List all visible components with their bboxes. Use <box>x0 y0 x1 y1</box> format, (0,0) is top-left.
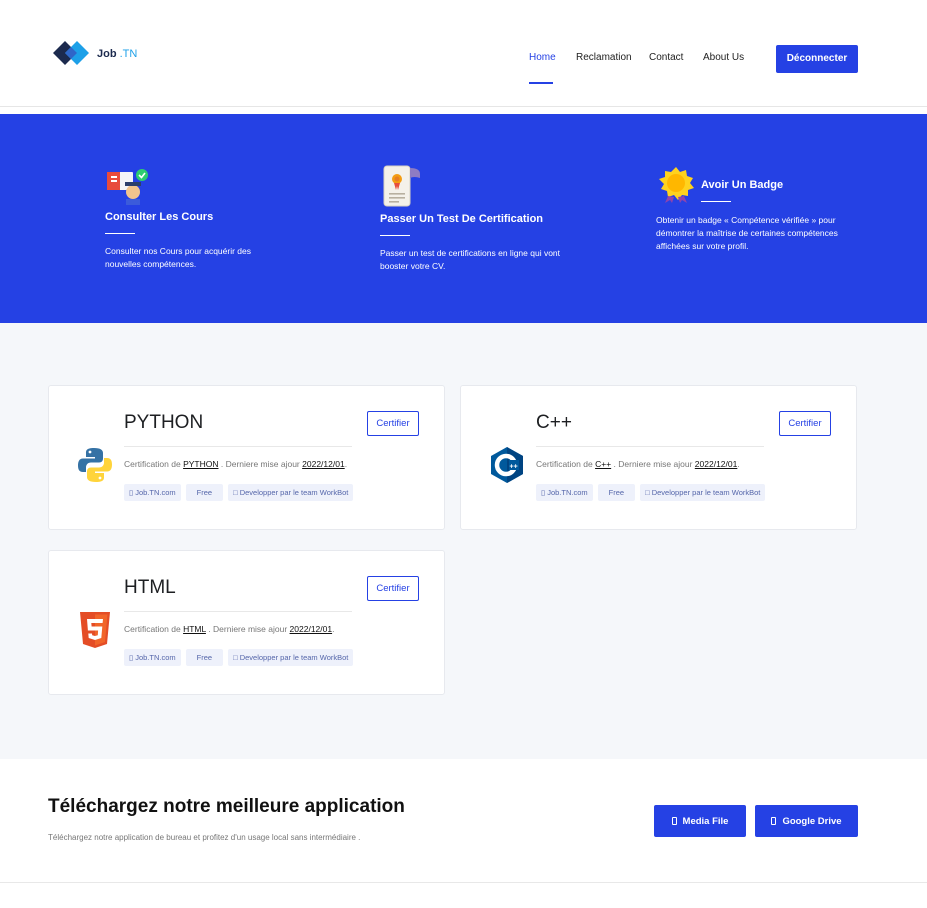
square-icon: □ <box>645 488 652 497</box>
logo-brand: Job <box>97 48 117 60</box>
nav-active-indicator <box>529 82 553 84</box>
svg-text:++: ++ <box>510 464 518 471</box>
feature-text: Obtenir un badge « Compétence vérifiée »… <box>656 215 838 251</box>
course-description: Certification de HTML . Derniere mise aj… <box>124 624 334 634</box>
logo-text: Job .TN <box>97 48 137 60</box>
html5-logo-icon <box>80 612 110 648</box>
feature-title: Passer Un Test De Certification <box>380 213 544 225</box>
logo-mark-icon <box>53 41 89 65</box>
gold-badge-icon <box>659 167 694 203</box>
course-link[interactable]: PYTHON <box>183 459 218 469</box>
course-tags: ▯ Job.TN.com Free □ Developper par le te… <box>124 484 354 501</box>
course-link[interactable]: C++ <box>595 459 611 469</box>
desc-prefix: Certification de <box>124 459 181 469</box>
tag-site: ▯ Job.TN.com <box>124 649 181 666</box>
tag-developer-label: Developper par le team WorkBot <box>239 488 349 497</box>
tag-site: ▯ Job.TN.com <box>536 484 593 501</box>
desc-mid: . Derniere mise ajour <box>220 459 300 469</box>
tag-developer: □ Developper par le team WorkBot <box>640 484 766 501</box>
nav-home[interactable]: Home <box>529 52 556 63</box>
desc-suffix: . <box>332 624 335 634</box>
phone-icon <box>671 817 677 825</box>
update-date-link[interactable]: 2022/12/01 <box>302 459 345 469</box>
footer-divider <box>0 882 927 883</box>
certify-button[interactable]: Certifier <box>367 411 419 436</box>
course-card-cpp: C++ Certifier ++ Certification de C++ . … <box>460 385 857 530</box>
tag-site: ▯ Job.TN.com <box>124 484 181 501</box>
desc-mid: . Derniere mise ajour <box>613 459 693 469</box>
square-icon: □ <box>233 488 240 497</box>
desc-mid: . Derniere mise ajour <box>208 624 288 634</box>
course-title: PYTHON <box>124 412 204 433</box>
desc-prefix: Certification de <box>124 624 181 634</box>
feature-text: Passer un test de certifications en lign… <box>380 248 561 271</box>
logo-suffix: .TN <box>119 48 138 60</box>
certificate-scroll-icon <box>383 165 420 207</box>
feature-divider <box>380 235 410 236</box>
tag-price: Free <box>185 484 224 501</box>
course-card-python: PYTHON Certifier Certification de PYTHON… <box>48 385 445 530</box>
feature-courses: Consulter Les Cours Consulter nos Cours … <box>105 166 275 271</box>
header: Job .TN Home Reclamation Contact About Us… <box>0 0 927 107</box>
feature-title: Avoir Un Badge <box>701 179 784 191</box>
course-description: Certification de PYTHON . Derniere mise … <box>124 459 347 469</box>
update-date-link[interactable]: 2022/12/01 <box>695 459 738 469</box>
student-books-icon <box>107 169 148 205</box>
feature-text: Consulter nos Cours pour acquérir des no… <box>105 246 251 269</box>
desc-prefix: Certification de <box>536 459 593 469</box>
tag-developer-label: Developper par le team WorkBot <box>651 488 761 497</box>
tag-price: Free <box>185 649 224 666</box>
feature-divider <box>105 233 135 234</box>
google-drive-label: Google Drive <box>782 815 842 827</box>
feature-badge: Avoir Un Badge Obtenir un badge « Compét… <box>656 166 856 253</box>
certify-button[interactable]: Certifier <box>367 576 419 601</box>
course-card-html: HTML Certifier Certification de HTML . D… <box>48 550 445 695</box>
download-title: Téléchargez notre meilleure application <box>48 796 405 817</box>
desc-suffix: . <box>344 459 348 469</box>
nav-contact[interactable]: Contact <box>649 52 683 63</box>
nav-about-us[interactable]: About Us <box>703 52 744 63</box>
course-title: HTML <box>124 577 176 598</box>
course-title: C++ <box>536 412 572 433</box>
python-logo-icon <box>78 448 112 482</box>
certify-button[interactable]: Certifier <box>779 411 831 436</box>
feature-badge-header: Avoir Un Badge <box>656 166 856 204</box>
media-file-button[interactable]: Media File <box>654 805 746 837</box>
feature-certification: Passer Un Test De Certification Passer u… <box>380 164 580 273</box>
card-divider <box>124 611 352 612</box>
tag-price: Free <box>597 484 636 501</box>
logo[interactable]: Job .TN <box>51 36 161 70</box>
google-drive-button[interactable]: Google Drive <box>755 805 858 837</box>
course-tags: ▯ Job.TN.com Free □ Developper par le te… <box>536 484 766 501</box>
courses-section: PYTHON Certifier Certification de PYTHON… <box>0 323 927 759</box>
nav-reclamation[interactable]: Reclamation <box>576 52 632 63</box>
tag-site-label: Job.TN.com <box>547 488 588 497</box>
card-divider <box>536 446 764 447</box>
course-tags: ▯ Job.TN.com Free □ Developper par le te… <box>124 649 354 666</box>
feature-title: Consulter Les Cours <box>105 211 214 223</box>
tag-developer-label: Developper par le team WorkBot <box>239 653 349 662</box>
tag-site-label: Job.TN.com <box>135 653 176 662</box>
tag-developer: □ Developper par le team WorkBot <box>228 484 354 501</box>
desc-suffix: . <box>737 459 740 469</box>
card-divider <box>124 446 352 447</box>
features-band: Consulter Les Cours Consulter nos Cours … <box>0 114 927 323</box>
phone-icon <box>771 817 777 825</box>
tag-developer: □ Developper par le team WorkBot <box>228 649 354 666</box>
cpp-logo-icon: ++ <box>491 447 523 483</box>
update-date-link[interactable]: 2022/12/01 <box>290 624 333 634</box>
media-file-label: Media File <box>682 815 729 827</box>
tag-site-label: Job.TN.com <box>135 488 176 497</box>
course-link[interactable]: HTML <box>183 624 206 634</box>
feature-divider <box>701 201 731 202</box>
logout-button[interactable]: Déconnecter <box>776 45 858 73</box>
square-icon: □ <box>233 653 240 662</box>
download-subtitle: Téléchargez notre application de bureau … <box>48 833 361 842</box>
course-description: Certification de C++ . Derniere mise ajo… <box>536 459 740 469</box>
